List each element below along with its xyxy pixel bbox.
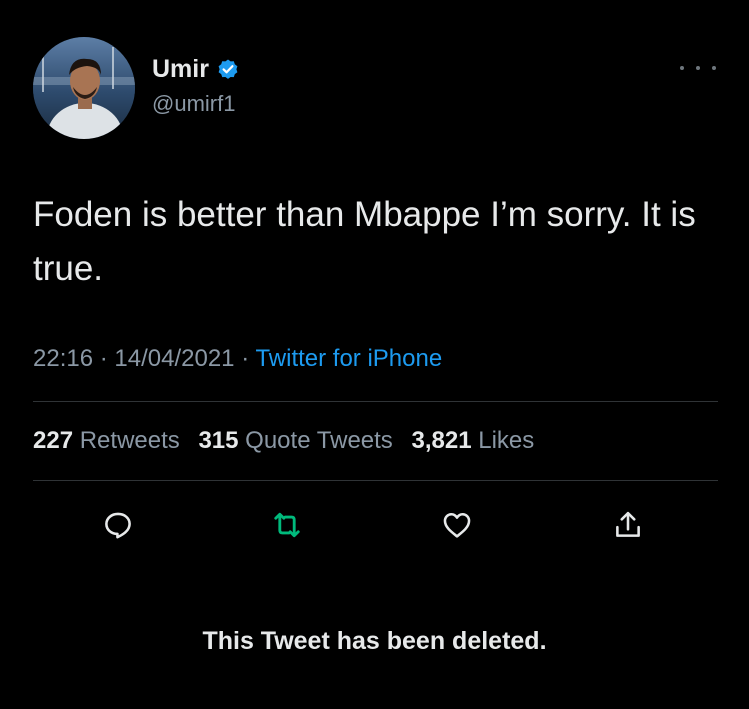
quote-tweets-label: Quote Tweets [245, 427, 393, 454]
more-dot [712, 66, 716, 70]
retweet-button[interactable] [267, 505, 307, 545]
likes-stat[interactable]: 3,821 Likes [411, 427, 534, 454]
reply-button[interactable] [98, 505, 138, 545]
handle[interactable]: @umirf1 [152, 90, 235, 118]
author-name-row[interactable]: Umir [152, 52, 240, 86]
meta-separator: · [241, 345, 250, 372]
verified-badge-icon [216, 57, 240, 81]
like-button[interactable] [437, 505, 477, 545]
more-options-icon[interactable] [680, 58, 716, 78]
more-dot [696, 66, 700, 70]
retweets-stat[interactable]: 227 Retweets [33, 427, 180, 454]
share-icon [616, 511, 640, 537]
quote-tweets-count: 315 [198, 427, 239, 454]
deleted-notice: This Tweet has been deleted. [202, 627, 547, 655]
heart-icon [443, 512, 471, 538]
likes-label: Likes [478, 427, 535, 454]
tweet-date[interactable]: 14/04/2021 [114, 345, 234, 372]
divider [33, 480, 718, 481]
meta-separator: · [99, 345, 108, 372]
tweet-text: Foden is better than Mbappe I’m sorry. I… [33, 195, 696, 288]
likes-count: 3,821 [411, 427, 472, 454]
retweets-count: 227 [33, 427, 74, 454]
retweet-icon [274, 512, 300, 538]
quote-tweets-stat[interactable]: 315 Quote Tweets [198, 427, 392, 454]
display-name[interactable]: Umir [152, 54, 209, 84]
retweets-label: Retweets [79, 427, 180, 454]
share-button[interactable] [608, 505, 648, 545]
avatar[interactable] [33, 37, 135, 139]
tweet-meta: 22:16 · 14/04/2021 · Twitter for iPhone [33, 342, 442, 376]
tweet-source-link[interactable]: Twitter for iPhone [255, 345, 442, 372]
tweet-stats: 227 Retweets 315 Quote Tweets 3,821 Like… [33, 424, 534, 458]
more-dot [680, 66, 684, 70]
action-bar [0, 505, 749, 545]
divider [33, 401, 718, 402]
reply-icon [105, 512, 131, 539]
tweet-time[interactable]: 22:16 [33, 345, 93, 372]
avatar-photo [33, 37, 135, 139]
